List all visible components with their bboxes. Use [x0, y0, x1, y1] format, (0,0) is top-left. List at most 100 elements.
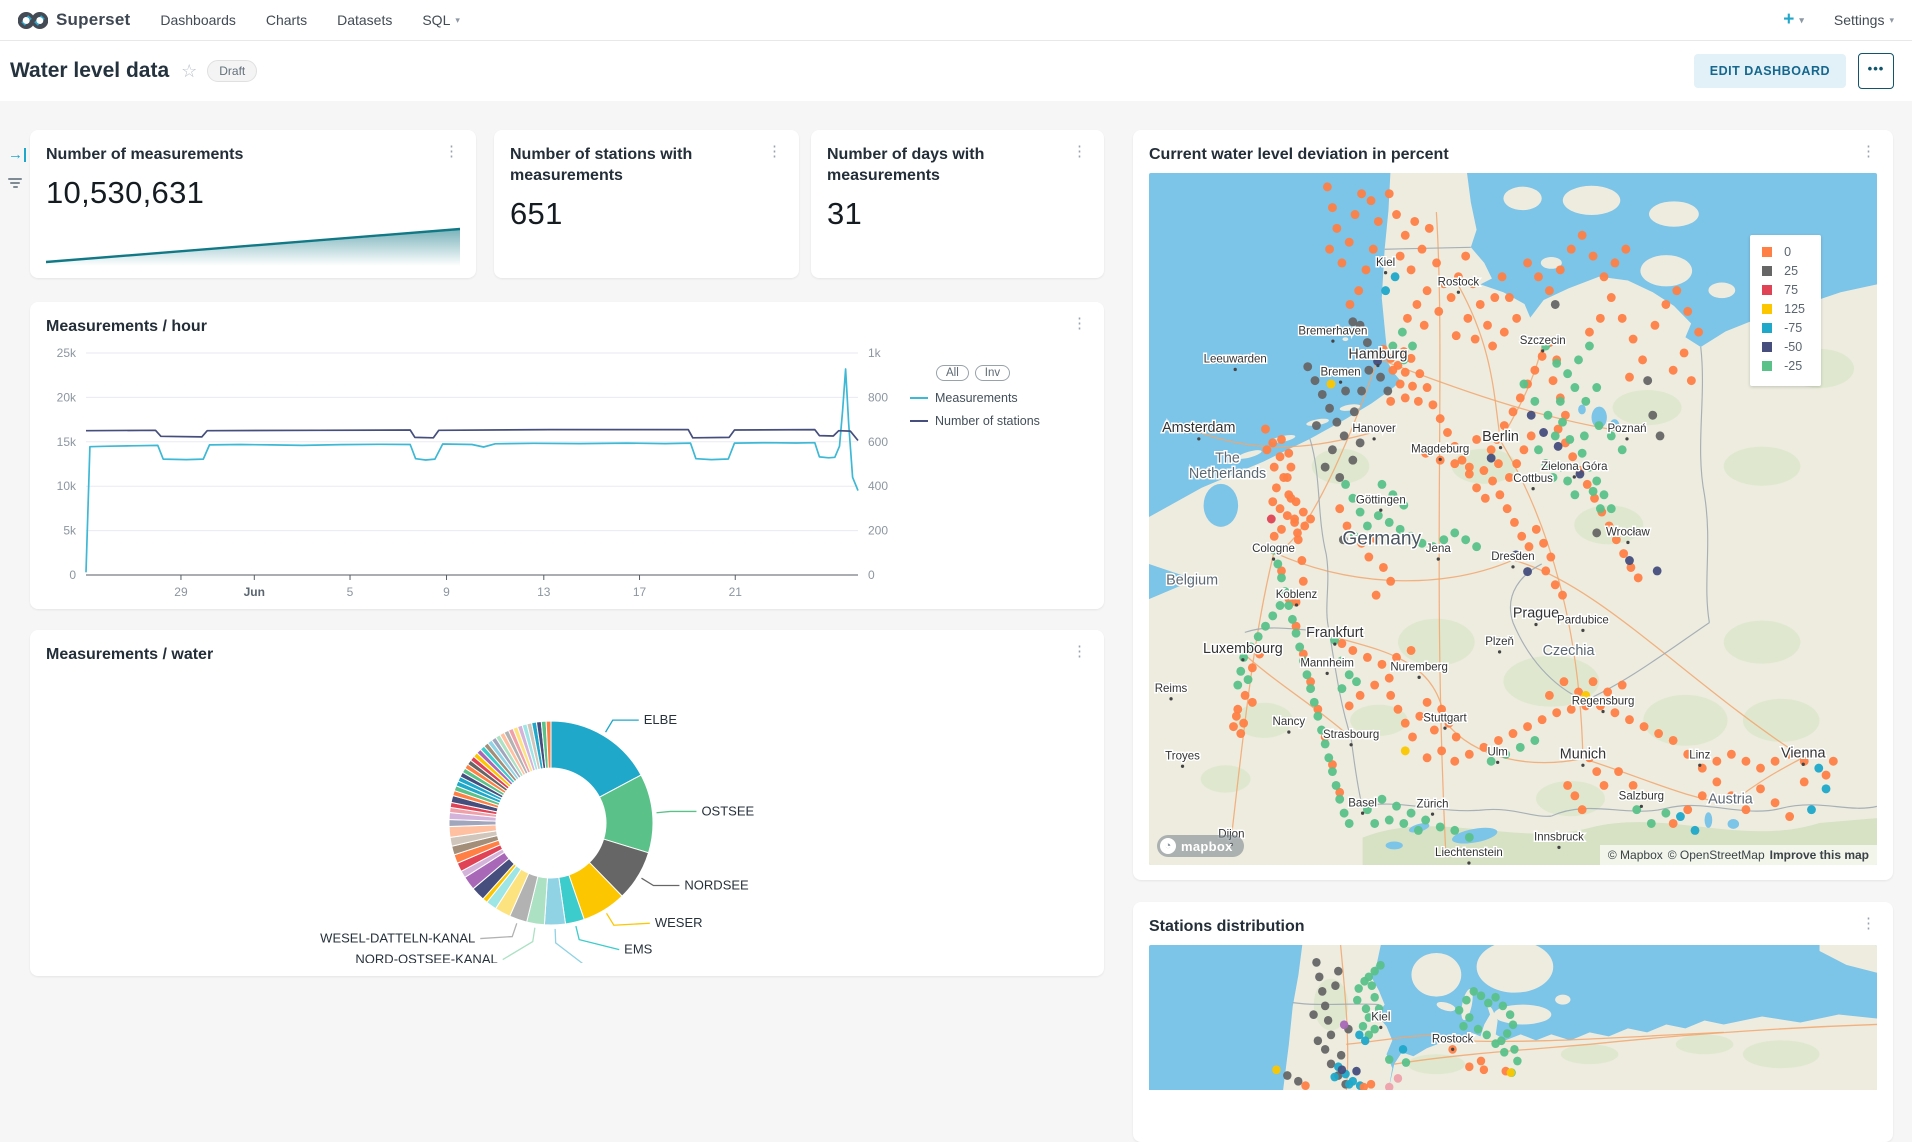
page-title: Water level data: [10, 59, 169, 83]
legend-color-swatch: [1762, 342, 1772, 352]
donut-label: WESEL-DATTELN-KANAL: [320, 931, 475, 946]
map-label: Vienna: [1781, 745, 1826, 761]
svg-text:25k: 25k: [57, 346, 77, 360]
donut-label: EMS: [624, 942, 653, 957]
svg-text:21: 21: [729, 585, 743, 599]
kebab-menu-icon[interactable]: ⋮: [441, 144, 462, 159]
legend-all-button[interactable]: All: [936, 365, 969, 381]
svg-text:5: 5: [347, 585, 354, 599]
map-label: Amsterdam: [1162, 420, 1235, 436]
nav-item-charts[interactable]: Charts: [266, 12, 307, 28]
kebab-menu-icon[interactable]: ⋮: [1069, 144, 1090, 159]
osm-copyright-link[interactable]: © OpenStreetMap: [1668, 848, 1765, 862]
svg-text:5k: 5k: [63, 524, 77, 538]
superset-logo[interactable]: Superset: [18, 10, 130, 30]
map-label: Hanover: [1352, 422, 1396, 435]
map-label: Leeuwarden: [1204, 353, 1267, 366]
map-label: Strasbourg: [1323, 728, 1379, 741]
water-donut-canvas[interactable]: ELBEOSTSEENORDSEEWESEREMSJADENORD-OSTSEE…: [46, 665, 1088, 963]
map-label: Zürich: [1417, 797, 1449, 810]
svg-text:800: 800: [868, 390, 888, 404]
map-label: Czechia: [1543, 643, 1596, 659]
kebab-menu-icon[interactable]: ⋮: [1858, 144, 1879, 159]
nav-item-dashboards[interactable]: Dashboards: [160, 12, 236, 28]
donut-label: NORD-OSTSEE-KANAL: [355, 952, 497, 963]
map-label: Poznań: [1608, 422, 1647, 435]
svg-text:29: 29: [174, 585, 188, 599]
chevron-down-icon: ▾: [455, 15, 460, 26]
nav-item-datasets[interactable]: Datasets: [337, 12, 392, 28]
svg-text:13: 13: [537, 585, 551, 599]
hour-chart-canvas[interactable]: 25k20k15k10k5k01k800600400200029Jun59131…: [30, 341, 910, 609]
status-badge: Draft: [207, 60, 257, 82]
donut-label: NORDSEE: [684, 878, 749, 893]
map-label: Cottbus: [1513, 472, 1553, 485]
dashboard-more-button[interactable]: •••: [1858, 53, 1894, 89]
svg-text:15k: 15k: [57, 435, 77, 449]
card-deviation-map: Current water level deviation in percent…: [1133, 130, 1893, 880]
new-item-button[interactable]: + ▾: [1783, 9, 1804, 31]
card-measurements-per-hour: Measurements / hour ⋮ 25k20k15k10k5k01k8…: [30, 302, 1104, 609]
legend-item[interactable]: Number of stations: [910, 414, 1076, 428]
favorite-star-icon[interactable]: ☆: [181, 61, 197, 82]
series-line: [86, 430, 858, 441]
legend-line-swatch: [910, 397, 928, 399]
legend-inv-button[interactable]: Inv: [975, 365, 1010, 381]
svg-text:17: 17: [633, 585, 647, 599]
chevron-down-icon: ▾: [1889, 15, 1894, 26]
svg-text:Jun: Jun: [244, 585, 265, 599]
kebab-menu-icon[interactable]: ⋮: [1069, 316, 1090, 331]
map-label: Nuremberg: [1390, 660, 1447, 673]
map-label: Szczecin: [1520, 334, 1566, 347]
map-label: Linz: [1689, 748, 1710, 761]
mapbox-copyright-link[interactable]: © Mapbox: [1608, 848, 1663, 862]
card-stations-distribution: Stations distribution ⋮ KielRostock: [1133, 902, 1893, 1142]
expand-filter-bar-button[interactable]: →: [8, 148, 26, 162]
deviation-map[interactable]: LeeuwardenAmsterdamTheNetherlandsKielRos…: [1149, 173, 1877, 865]
map-label: Kiel: [1376, 256, 1395, 269]
card-number-of-days: Number of days with measurements ⋮ 31: [811, 130, 1104, 278]
svg-text:0: 0: [69, 568, 76, 582]
chart-title: Measurements / hour: [46, 316, 207, 337]
nav-item-sql[interactable]: SQL▾: [422, 12, 460, 28]
map-label: Dresden: [1491, 550, 1534, 563]
map-label: Bremen: [1320, 365, 1360, 378]
map-label: Liechtenstein: [1435, 846, 1503, 859]
map-label: Regensburg: [1572, 695, 1635, 708]
svg-text:400: 400: [868, 479, 888, 493]
settings-menu[interactable]: Settings ▾: [1834, 12, 1894, 28]
map-label: Cologne: [1252, 542, 1295, 555]
settings-label: Settings: [1834, 12, 1885, 28]
stations-map-canvas[interactable]: KielRostock: [1149, 945, 1877, 1090]
map-label: Frankfurt: [1306, 625, 1363, 641]
legend-color-swatch: [1762, 323, 1772, 333]
donut-label: OSTSEE: [701, 803, 754, 818]
map-legend: 02575125-75-50-25: [1750, 235, 1821, 386]
map-label: Rostock: [1438, 275, 1480, 288]
legend-color-swatch: [1762, 361, 1772, 371]
edit-dashboard-button[interactable]: EDIT DASHBOARD: [1694, 54, 1846, 88]
legend-color-swatch: [1762, 304, 1772, 314]
map-legend-item: 25: [1762, 264, 1805, 278]
kebab-menu-icon[interactable]: ⋮: [764, 144, 785, 159]
mapbox-logo[interactable]: ◔ mapbox: [1157, 835, 1244, 857]
legend-color-swatch: [1762, 247, 1772, 257]
svg-text:200: 200: [868, 524, 888, 538]
improve-map-link[interactable]: Improve this map: [1770, 848, 1869, 862]
card-title: Number of measurements: [46, 144, 243, 165]
kebab-menu-icon[interactable]: ⋮: [1069, 644, 1090, 659]
big-number-value: 651: [494, 186, 799, 232]
filter-icon[interactable]: [7, 176, 23, 190]
map-label: Munich: [1560, 746, 1606, 762]
map-legend-item: 125: [1762, 302, 1805, 316]
dashboard-header: Water level data ☆ Draft EDIT DASHBOARD …: [0, 41, 1912, 101]
card-number-of-stations: Number of stations with measurements ⋮ 6…: [494, 130, 799, 278]
map-legend-item: 75: [1762, 283, 1805, 297]
map-label: Mannheim: [1300, 656, 1354, 669]
kebab-menu-icon[interactable]: ⋮: [1858, 916, 1879, 931]
map-label: Plzeň: [1485, 635, 1514, 648]
legend-item[interactable]: Measurements: [910, 391, 1076, 405]
svg-text:10k: 10k: [57, 479, 77, 493]
donut-label: ELBE: [644, 712, 678, 727]
stations-map[interactable]: KielRostock: [1149, 945, 1877, 1095]
